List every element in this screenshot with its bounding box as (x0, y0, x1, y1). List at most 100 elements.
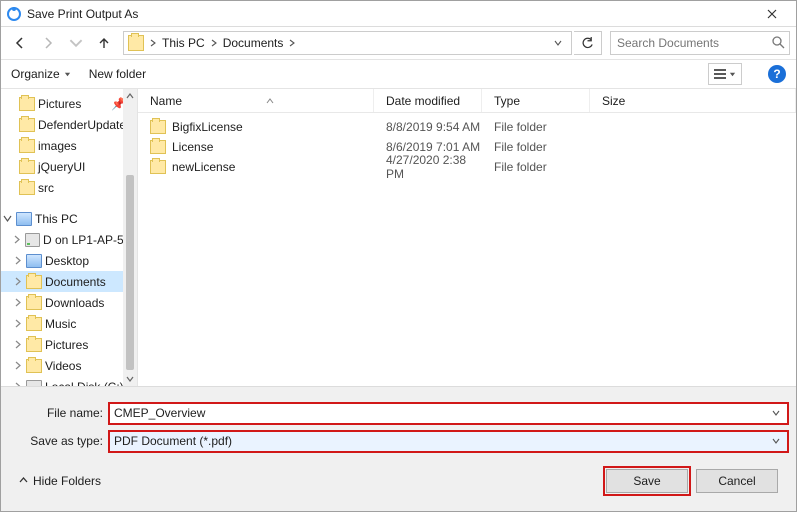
search-input[interactable] (617, 36, 772, 50)
chevron-down-icon (126, 375, 134, 383)
file-date: 8/8/2019 9:54 AM (374, 120, 482, 134)
expand-toggle[interactable] (11, 319, 23, 328)
tree-node[interactable]: Local Disk (C:) (1, 376, 137, 386)
tree-node[interactable]: src (1, 177, 137, 198)
view-options-button[interactable] (708, 63, 742, 85)
scroll-up-button[interactable] (123, 89, 137, 103)
hide-folders-label: Hide Folders (33, 474, 101, 488)
back-button[interactable] (7, 30, 33, 56)
breadcrumb-this-pc[interactable]: This PC (158, 36, 209, 50)
recent-dropdown-button[interactable] (63, 30, 89, 56)
tree-label: DefenderUpdate (38, 118, 126, 132)
file-row[interactable]: BigfixLicense8/8/2019 9:54 AMFile folder (138, 117, 796, 137)
filename-input[interactable] (114, 406, 769, 420)
saveastype-label: Save as type: (9, 434, 109, 448)
column-name[interactable]: Name (138, 89, 374, 112)
breadcrumb-chevron[interactable] (148, 39, 158, 47)
organize-label: Organize (11, 67, 60, 81)
folder-icon (26, 338, 42, 352)
folder-icon (150, 120, 166, 134)
expand-toggle[interactable] (11, 361, 23, 370)
expand-toggle[interactable] (11, 340, 23, 349)
folder-tree[interactable]: Pictures📌 DefenderUpdate imagesjQueryUI src… (1, 89, 137, 386)
new-folder-button[interactable]: New folder (89, 67, 146, 81)
help-button[interactable]: ? (768, 65, 786, 83)
expand-toggle[interactable] (11, 256, 23, 265)
scroll-thumb[interactable] (126, 175, 134, 370)
column-date[interactable]: Date modified (374, 89, 482, 112)
tree-node[interactable]: Pictures (1, 334, 137, 355)
folder-icon (19, 139, 35, 153)
drive-icon (26, 380, 42, 387)
tree-node[interactable]: DefenderUpdate (1, 114, 137, 135)
file-list: Name Date modified Type Size BigfixLicen… (137, 89, 796, 386)
filename-dropdown-button[interactable] (769, 409, 783, 417)
column-size[interactable]: Size (590, 89, 796, 112)
organize-menu[interactable]: Organize (11, 67, 71, 81)
tree-node[interactable]: images (1, 135, 137, 156)
tree-label: Music (45, 317, 76, 331)
chevron-down-icon (554, 39, 562, 47)
folder-icon (19, 97, 35, 111)
chevron-right-icon (13, 256, 22, 265)
file-type: File folder (482, 120, 590, 134)
saveastype-combo[interactable]: PDF Document (*.pdf) (109, 431, 788, 452)
file-type: File folder (482, 140, 590, 154)
hide-folders-button[interactable]: Hide Folders (19, 474, 101, 488)
expand-toggle[interactable] (11, 298, 23, 307)
tree-node[interactable]: D on LP1-AP-518 (1, 229, 137, 250)
folder-icon (26, 359, 42, 373)
arrow-left-icon (13, 36, 27, 50)
save-button[interactable]: Save (606, 469, 688, 493)
column-type[interactable]: Type (482, 89, 590, 112)
chevron-down-icon (772, 409, 780, 417)
tree-scrollbar[interactable] (123, 89, 137, 386)
cancel-button[interactable]: Cancel (696, 469, 778, 493)
tree-label: This PC (35, 212, 78, 226)
close-button[interactable] (754, 1, 790, 27)
nav-row: This PC Documents (1, 27, 796, 59)
refresh-icon (581, 37, 594, 50)
filename-combo[interactable] (109, 403, 788, 424)
chevron-down-icon (3, 214, 12, 223)
up-button[interactable] (91, 30, 117, 56)
tree-node[interactable]: Desktop (1, 250, 137, 271)
chevron-right-icon (13, 382, 22, 386)
tree-node[interactable]: Documents (1, 271, 137, 292)
tree-node[interactable]: Music (1, 313, 137, 334)
expand-toggle[interactable] (11, 277, 23, 286)
scroll-down-button[interactable] (123, 372, 137, 386)
expand-toggle[interactable] (11, 235, 22, 244)
address-bar[interactable]: This PC Documents (123, 31, 572, 55)
breadcrumb-chevron[interactable] (209, 39, 219, 47)
list-view-icon (714, 69, 726, 79)
tree-node[interactable]: jQueryUI (1, 156, 137, 177)
search-box[interactable] (610, 31, 790, 55)
file-row[interactable]: newLicense4/27/2020 2:38 PMFile folder (138, 157, 796, 177)
tree-node-this-pc[interactable]: This PC (1, 208, 137, 229)
chevron-right-icon (13, 277, 22, 286)
tree-node[interactable]: Videos (1, 355, 137, 376)
address-dropdown-button[interactable] (549, 39, 567, 47)
file-name: newLicense (172, 160, 235, 174)
saveastype-dropdown-button[interactable] (769, 437, 783, 445)
search-icon[interactable] (772, 36, 785, 50)
tree-label: Pictures (45, 338, 88, 352)
saveastype-value: PDF Document (*.pdf) (114, 434, 232, 448)
tree-label: src (38, 181, 54, 195)
body: Pictures📌 DefenderUpdate imagesjQueryUI src… (1, 89, 796, 386)
app-icon (7, 7, 21, 21)
tree-label: Local Disk (C:) (45, 380, 124, 387)
saveastype-row: Save as type: PDF Document (*.pdf) (9, 429, 788, 453)
refresh-button[interactable] (574, 31, 602, 55)
tree-node[interactable]: Pictures📌 (1, 93, 137, 114)
file-type: File folder (482, 160, 590, 174)
folder-icon (19, 160, 35, 174)
chevron-down-icon (772, 437, 780, 445)
expand-toggle[interactable] (11, 382, 23, 386)
column-size-label: Size (602, 94, 625, 108)
tree-node[interactable]: Downloads (1, 292, 137, 313)
chevron-right-icon (288, 39, 296, 47)
breadcrumb-chevron[interactable] (287, 39, 297, 47)
breadcrumb-documents[interactable]: Documents (219, 36, 288, 50)
